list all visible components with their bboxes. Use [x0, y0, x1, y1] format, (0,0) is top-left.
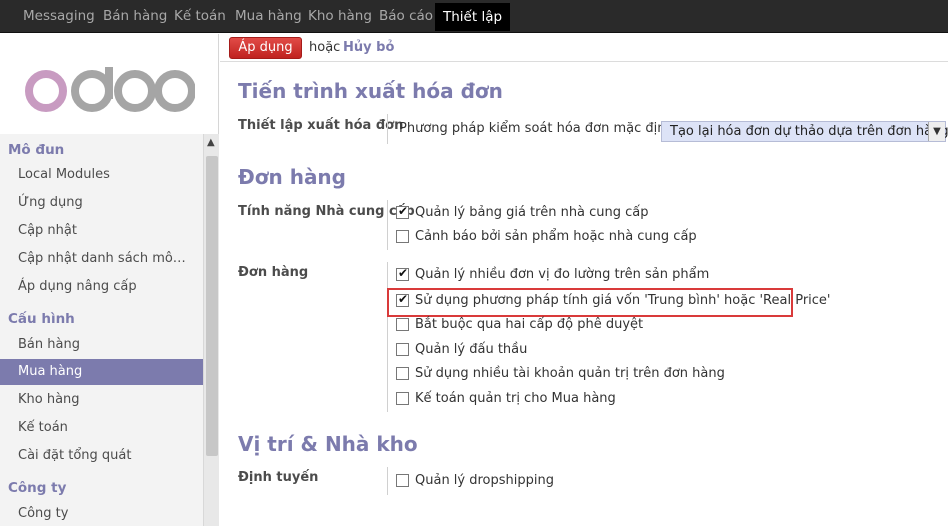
field-divider [387, 114, 388, 144]
menu-reporting[interactable]: Báo cáo [379, 0, 433, 33]
option-label: Quản lý dropshipping [415, 473, 554, 488]
sidebar-item-update-module-list[interactable]: Cập nhật danh sách mô… [0, 246, 203, 272]
section-title-invoicing: Tiến trình xuất hóa đơn [238, 79, 503, 103]
checkbox-unchecked[interactable] [396, 343, 409, 356]
odoo-logo[interactable] [25, 63, 196, 119]
scroll-up-arrow-icon[interactable]: ▲ [207, 137, 215, 148]
checkbox-unchecked[interactable] [396, 474, 409, 487]
chevron-down-icon[interactable]: ▼ [928, 122, 945, 141]
sidebar-section-modules: Mô đun [8, 142, 65, 158]
sidebar-section-company: Công ty [8, 480, 67, 496]
apply-button[interactable]: Áp dụng [229, 37, 302, 59]
cancel-link[interactable]: Hủy bỏ [343, 40, 394, 55]
option-label: Cảnh báo bởi sản phẩm hoặc nhà cung cấp [415, 229, 697, 244]
field-label-routing: Định tuyến [238, 470, 319, 485]
checkbox-unchecked[interactable] [396, 318, 409, 331]
sidebar-item-companies[interactable]: Công ty [0, 501, 203, 526]
sidebar-section-configuration: Cấu hình [8, 311, 75, 327]
option-label: Quản lý đấu thầu [415, 342, 528, 357]
menu-purchases[interactable]: Mua hàng [235, 0, 302, 33]
or-text: hoặc [309, 40, 341, 55]
menu-messaging[interactable]: Messaging [23, 0, 95, 33]
action-bar: Áp dụng hoặc Hủy bỏ [220, 34, 948, 62]
option-label: Quản lý nhiều đơn vị đo lường trên sản p… [415, 267, 710, 282]
sidebar-item-warehouse[interactable]: Kho hàng [0, 387, 203, 413]
sidebar-item-general-settings[interactable]: Cài đặt tổng quát [0, 443, 203, 469]
menu-settings[interactable]: Thiết lập [435, 3, 511, 31]
checkbox-unchecked[interactable] [396, 230, 409, 243]
field-divider [387, 467, 388, 495]
default-invoice-control-label: Phương pháp kiểm soát hóa đơn mặc định [399, 121, 674, 136]
checkbox-checked[interactable]: ✔ [396, 266, 409, 281]
checkbox-checked[interactable]: ✔ [396, 292, 409, 307]
checkbox-unchecked[interactable] [396, 367, 409, 380]
invoice-control-value: Tạo lại hóa đơn dự thảo dựa trên đơn hàn… [670, 124, 948, 139]
option-label: Sử dụng nhiều tài khoản quản trị trên đơ… [415, 366, 725, 381]
sidebar-menu: Mô đun Local Modules Ứng dụng Cập nhật C… [0, 134, 203, 526]
sidebar-item-local-modules[interactable]: Local Modules [0, 162, 203, 188]
section-title-location-warehouse: Vị trí & Nhà kho [238, 432, 418, 456]
option-label: Sử dụng phương pháp tính giá vốn 'Trung … [415, 293, 831, 308]
menu-accounting[interactable]: Kế toán [174, 0, 226, 33]
sidebar-item-accounting[interactable]: Kế toán [0, 415, 203, 441]
checkbox-unchecked[interactable] [396, 392, 409, 405]
sidebar-item-apply-upgrades[interactable]: Áp dụng nâng cấp [0, 274, 203, 300]
field-label-invoicing-setup: Thiết lập xuất hóa đơn [238, 118, 404, 133]
checkbox-checked[interactable]: ✔ [396, 204, 409, 219]
invoice-control-select[interactable]: Tạo lại hóa đơn dự thảo dựa trên đơn hàn… [661, 121, 948, 142]
option-label: Bắt buộc qua hai cấp độ phê duyệt [415, 317, 644, 332]
sidebar-item-updates[interactable]: Cập nhật [0, 218, 203, 244]
field-divider [387, 200, 388, 250]
sidebar: Mô đun Local Modules Ứng dụng Cập nhật C… [0, 34, 219, 526]
menu-warehouse[interactable]: Kho hàng [308, 0, 372, 33]
scrollbar-thumb[interactable] [206, 156, 218, 456]
sidebar-scrollbar[interactable]: ▲ [203, 134, 219, 526]
option-label: Kế toán quản trị cho Mua hàng [415, 391, 616, 406]
option-label: Quản lý bảng giá trên nhà cung cấp [415, 205, 649, 220]
section-title-orders: Đơn hàng [238, 165, 346, 189]
checkmark-icon: ✔ [398, 204, 409, 218]
field-divider [387, 262, 388, 412]
sidebar-item-purchases[interactable]: Mua hàng [0, 359, 203, 385]
top-menu-bar: Messaging Bán hàng Kế toán Mua hàng Kho … [0, 0, 948, 33]
field-label-supplier-features: Tính năng Nhà cung cấp [238, 204, 415, 219]
sidebar-item-sales[interactable]: Bán hàng [0, 332, 203, 358]
field-label-orders: Đơn hàng [238, 265, 309, 280]
sidebar-item-apps[interactable]: Ứng dụng [0, 190, 203, 216]
menu-sales[interactable]: Bán hàng [103, 0, 167, 33]
checkmark-icon: ✔ [398, 266, 409, 280]
checkmark-icon: ✔ [398, 292, 409, 306]
